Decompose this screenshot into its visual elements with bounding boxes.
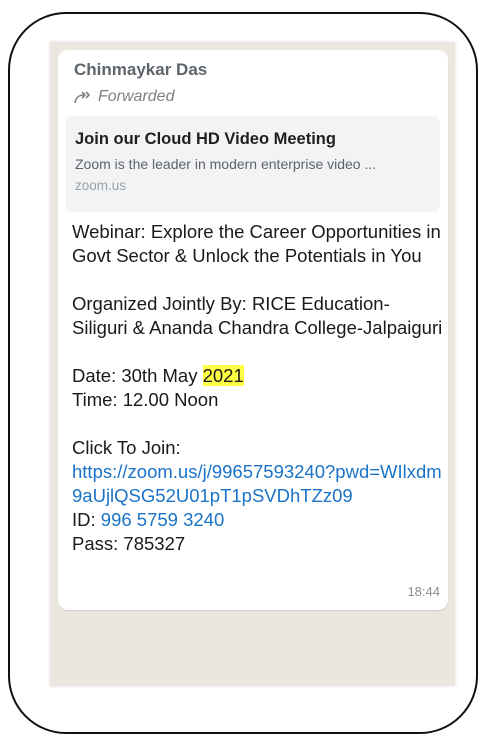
message-text: Webinar: Explore the Career Opportunitie…	[72, 220, 444, 556]
link-preview-title: Join our Cloud HD Video Meeting	[75, 130, 336, 148]
join-label: Click To Join:	[72, 437, 181, 458]
schedule-block: Date: 30th May 2021 Time: 12.00 Noon	[72, 364, 444, 412]
search-highlight-year: 2021	[202, 365, 244, 386]
message-timestamp: 18:44	[407, 584, 440, 599]
date-prefix: Date: 30th May	[72, 365, 203, 386]
meeting-id-link[interactable]: 996 5759 3240	[101, 509, 224, 530]
time-line: Time: 12.00 Noon	[72, 389, 219, 410]
id-label: ID:	[72, 509, 101, 530]
forward-arrow-icon	[74, 90, 92, 104]
link-preview-description: Zoom is the leader in modern enterprise …	[75, 156, 377, 172]
message-bubble[interactable]: Chinmaykar Das Forwarded Join our Cloud …	[58, 50, 448, 610]
sender-name[interactable]: Chinmaykar Das	[74, 60, 207, 80]
pass-line: Pass: 785327	[72, 533, 186, 554]
link-preview-domain: zoom.us	[75, 178, 127, 193]
forwarded-label: Forwarded	[98, 88, 175, 105]
join-block: Click To Join: https://zoom.us/j/9965759…	[72, 436, 444, 556]
link-preview-card[interactable]: Join our Cloud HD Video Meeting Zoom is …	[66, 116, 440, 212]
zoom-join-link[interactable]: https://zoom.us/j/99657593240?pwd=WIlxdm…	[72, 461, 442, 506]
organizer-line: Organized Jointly By: RICE Education-Sil…	[72, 293, 443, 338]
forwarded-indicator: Forwarded	[74, 88, 174, 106]
webinar-line: Webinar: Explore the Career Opportunitie…	[72, 221, 441, 266]
